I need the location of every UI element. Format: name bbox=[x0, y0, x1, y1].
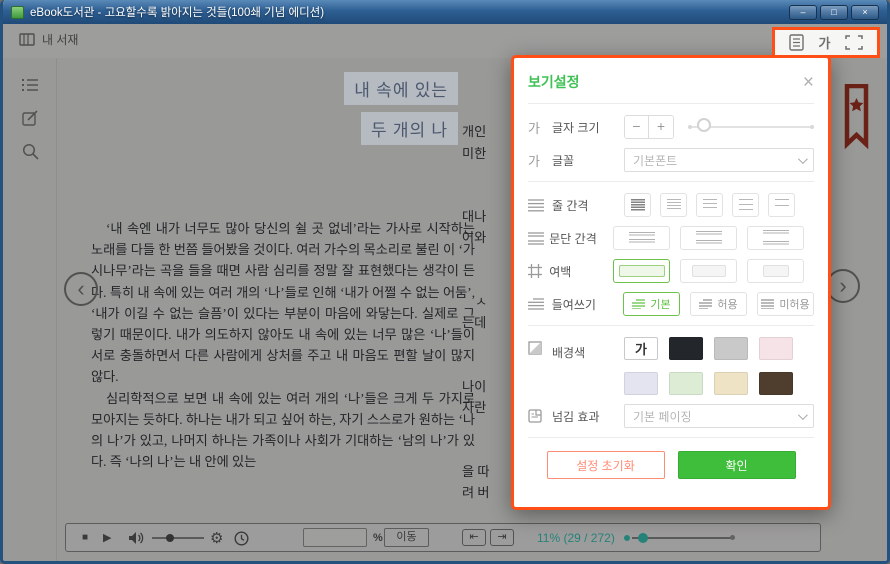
fullscreen-icon[interactable] bbox=[845, 35, 863, 50]
background-color-label: 배경색 bbox=[552, 344, 624, 361]
title-bar: eBook도서관 - 고요할수록 밝아지는 것들(100쇄 기념 에디션) – … bbox=[3, 0, 887, 24]
chapter-title-line-2: 두 개의 나 bbox=[361, 112, 458, 145]
font-family-label: 글꼴 bbox=[552, 152, 624, 169]
window-title: eBook도서관 - 고요할수록 밝아지는 것들(100쇄 기념 에디션) bbox=[30, 4, 324, 20]
chapter-title-line-1: 내 속에 있는 bbox=[344, 72, 458, 105]
font-settings-icon[interactable]: 가 bbox=[819, 33, 831, 52]
paragraph-spacing-row: 문단 간격 bbox=[528, 226, 814, 250]
font-size-slider-knob[interactable] bbox=[697, 118, 711, 132]
ebook-reader-window: eBook도서관 - 고요할수록 밝아지는 것들(100쇄 기념 에디션) – … bbox=[0, 0, 890, 564]
indent-option-default[interactable]: 기본 bbox=[623, 292, 680, 316]
bg-swatch-gray[interactable] bbox=[714, 337, 748, 360]
page-effect-icon bbox=[528, 409, 552, 423]
page-settings-icon[interactable] bbox=[789, 34, 804, 51]
line-spacing-label: 줄 간격 bbox=[552, 197, 624, 214]
chapter-title: 내 속에 있는 두 개의 나 bbox=[153, 72, 458, 152]
indent-label: 들여쓰기 bbox=[552, 296, 623, 313]
font-family-icon: 가 bbox=[528, 151, 552, 170]
indent-row: 들여쓰기 기본 허용 미허용 bbox=[528, 292, 814, 316]
bg-swatch-cream[interactable] bbox=[714, 372, 748, 395]
chevron-down-icon bbox=[798, 410, 808, 420]
view-settings-dialog: 보기설정 × 가 글자 크기 − + 가 글꼴 기본폰트 bbox=[511, 55, 831, 510]
font-size-slider-track[interactable] bbox=[692, 126, 810, 128]
background-color-icon bbox=[528, 341, 552, 355]
indent-icon bbox=[528, 298, 552, 310]
paragraph-spacing-icon bbox=[528, 232, 549, 245]
bg-swatch-brown[interactable] bbox=[759, 372, 793, 395]
font-size-increase-button[interactable]: + bbox=[649, 116, 673, 138]
dialog-title: 보기설정 bbox=[528, 72, 580, 92]
font-family-value: 기본폰트 bbox=[633, 152, 677, 169]
paragraph-spacing-label: 문단 간격 bbox=[549, 230, 613, 247]
bg-swatch-pink[interactable] bbox=[759, 337, 793, 360]
bg-swatch-dark[interactable] bbox=[669, 337, 703, 360]
background-color-row: 배경색 가 bbox=[528, 337, 814, 395]
margin-label: 여백 bbox=[549, 263, 613, 280]
font-size-decrease-button[interactable]: − bbox=[625, 116, 649, 138]
page-effect-dropdown[interactable]: 기본 페이징 bbox=[624, 404, 814, 428]
line-spacing-option-2[interactable] bbox=[660, 193, 687, 217]
line-spacing-option-5[interactable] bbox=[768, 193, 795, 217]
chevron-down-icon bbox=[798, 154, 808, 164]
indent-option-allow[interactable]: 허용 bbox=[690, 292, 747, 316]
margin-icon bbox=[528, 264, 549, 278]
margin-option-2[interactable] bbox=[680, 259, 737, 283]
minimize-button[interactable]: – bbox=[789, 5, 817, 20]
paragraph-spacing-option-2[interactable] bbox=[680, 226, 737, 250]
margin-row: 여백 bbox=[528, 259, 814, 283]
margin-option-1[interactable] bbox=[613, 259, 670, 283]
close-button[interactable]: × bbox=[851, 5, 879, 20]
dialog-close-icon[interactable]: × bbox=[803, 73, 814, 92]
page-effect-value: 기본 페이징 bbox=[633, 408, 692, 425]
line-spacing-option-4[interactable] bbox=[732, 193, 759, 217]
indent-option-disallow[interactable]: 미허용 bbox=[757, 292, 814, 316]
font-size-row: 가 글자 크기 − + bbox=[528, 115, 814, 139]
paragraph-spacing-option-1[interactable] bbox=[613, 226, 670, 250]
line-spacing-option-1[interactable] bbox=[624, 193, 651, 217]
margin-option-3[interactable] bbox=[747, 259, 804, 283]
reset-settings-button[interactable]: 설정 초기화 bbox=[547, 451, 665, 479]
view-tools-highlight-box: 가 bbox=[772, 27, 880, 58]
app-icon bbox=[11, 6, 24, 19]
font-size-icon: 가 bbox=[528, 118, 552, 137]
page-effect-row: 넘김 효과 기본 페이징 bbox=[528, 404, 814, 428]
bg-swatch-white[interactable]: 가 bbox=[624, 337, 658, 360]
page-effect-label: 넘김 효과 bbox=[552, 408, 624, 425]
confirm-button[interactable]: 확인 bbox=[678, 451, 796, 479]
bg-swatch-lavender[interactable] bbox=[624, 372, 658, 395]
line-spacing-row: 줄 간격 bbox=[528, 193, 814, 217]
line-spacing-icon bbox=[528, 199, 552, 212]
line-spacing-option-3[interactable] bbox=[696, 193, 723, 217]
maximize-button[interactable]: □ bbox=[820, 5, 848, 20]
font-family-row: 가 글꼴 기본폰트 bbox=[528, 148, 814, 172]
font-size-label: 글자 크기 bbox=[552, 119, 624, 136]
font-family-dropdown[interactable]: 기본폰트 bbox=[624, 148, 814, 172]
bg-swatch-green[interactable] bbox=[669, 372, 703, 395]
paragraph-spacing-option-3[interactable] bbox=[747, 226, 804, 250]
